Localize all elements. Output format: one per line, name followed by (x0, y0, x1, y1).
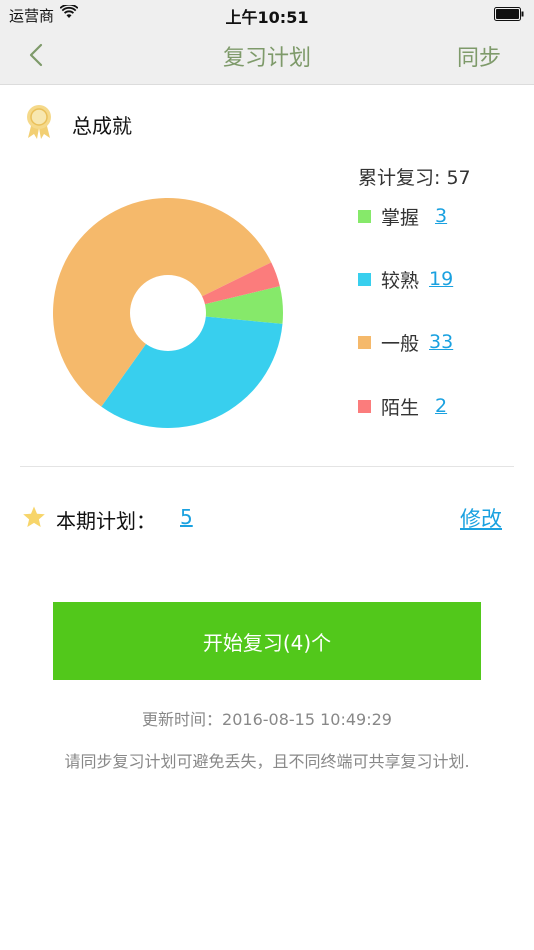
achievement-title: 总成就 (72, 114, 132, 138)
sync-notice: 请同步复习计划可避免丢失，且不同终端可共享复习计划. (64, 752, 470, 771)
legend-label: 陌生 (381, 396, 420, 419)
legend-value-link[interactable]: 33 (429, 331, 453, 353)
legend-label: 较熟 (381, 269, 420, 292)
legend-swatch (358, 335, 371, 349)
nav-bar: 复习计划 同步 (0, 28, 534, 85)
legend-label: 一般 (381, 332, 420, 355)
legend-value-link[interactable]: 2 (435, 395, 447, 417)
star-icon (23, 506, 45, 527)
clock-time: 上午10:51 (225, 8, 309, 27)
medal-icon (27, 105, 51, 139)
total-review-count: 累计复习: 57 (358, 167, 471, 189)
legend-value-link[interactable]: 3 (435, 205, 447, 227)
battery-icon (494, 7, 524, 21)
legend-label: 掌握 (381, 206, 420, 229)
legend-item-familiar: 较熟 19 (358, 266, 453, 292)
legend-swatch (358, 272, 371, 286)
start-review-label: 开始复习(4)个 (202, 630, 332, 655)
edit-plan-link[interactable]: 修改 (460, 503, 502, 533)
section-divider (20, 466, 514, 467)
legend-value-link[interactable]: 19 (429, 268, 453, 290)
legend-item-average: 一般 33 (358, 329, 453, 355)
review-pie-chart (52, 197, 283, 428)
legend-swatch (358, 209, 371, 223)
plan-count-link[interactable]: 5 (180, 505, 193, 529)
plan-label: 本期计划： (56, 509, 156, 533)
legend-item-mastered: 掌握 3 (358, 203, 447, 229)
status-bar: 运营商 上午10:51 (0, 0, 534, 28)
pie-center-hole (130, 275, 206, 351)
legend-swatch (358, 399, 371, 413)
start-review-button[interactable]: 开始复习(4)个 (53, 602, 481, 680)
update-time: 更新时间：2016-08-15 10:49:29 (142, 710, 392, 729)
page-title: 复习计划 (222, 46, 311, 71)
sync-button[interactable]: 同步 (457, 40, 501, 72)
legend-item-unfamiliar: 陌生 2 (358, 393, 447, 419)
